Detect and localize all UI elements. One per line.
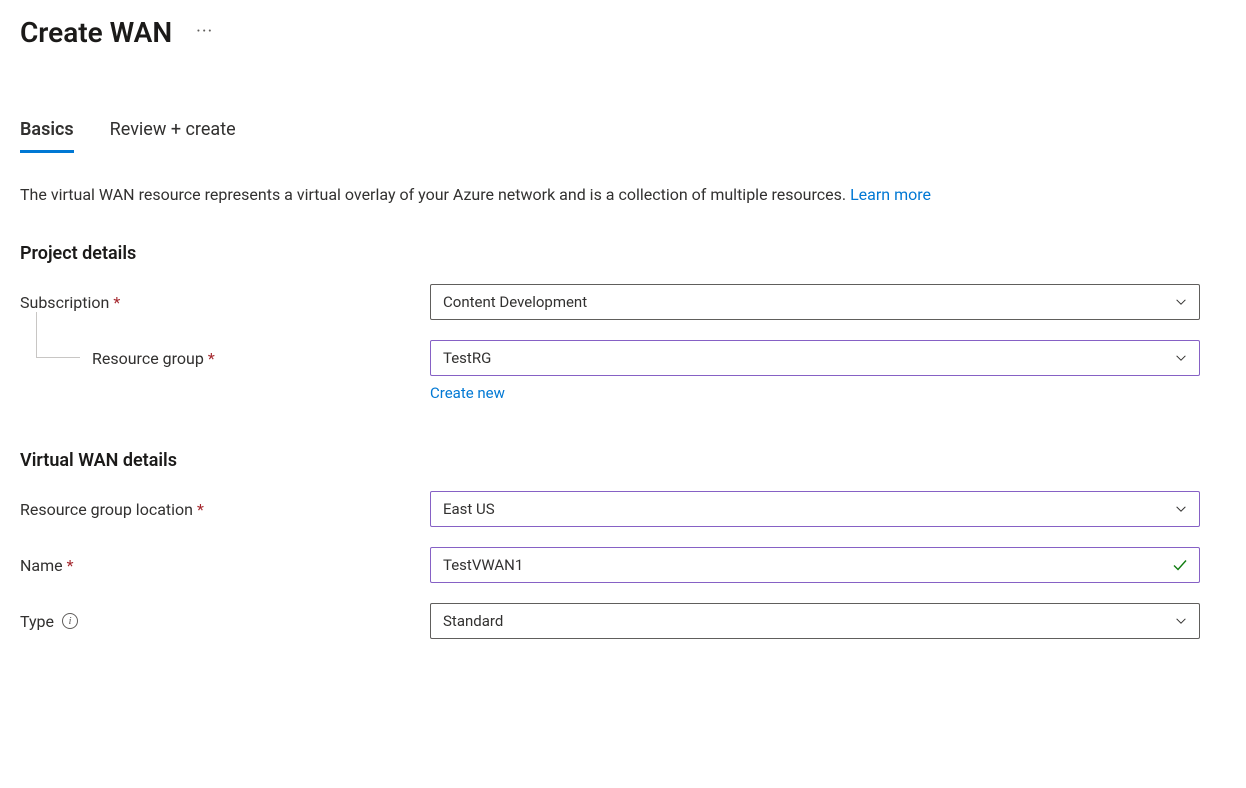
required-indicator: * [113, 293, 120, 312]
resource-group-label: Resource group [92, 349, 204, 368]
page-title: Create WAN [20, 16, 172, 49]
subscription-label: Subscription [20, 293, 109, 312]
description-text: The virtual WAN resource represents a vi… [20, 183, 1220, 207]
location-label: Resource group location [20, 500, 193, 519]
section-heading-project-details: Project details [20, 243, 1226, 264]
create-new-resource-group-link[interactable]: Create new [430, 384, 505, 402]
tab-review-create[interactable]: Review + create [110, 119, 236, 153]
description-body: The virtual WAN resource represents a vi… [20, 185, 850, 204]
location-value: East US [443, 500, 495, 518]
info-icon[interactable]: i [62, 613, 78, 629]
tree-connector [36, 312, 80, 358]
name-label: Name [20, 556, 63, 575]
name-input[interactable] [430, 547, 1200, 583]
subscription-select[interactable]: Content Development [430, 284, 1200, 320]
tabs: Basics Review + create [20, 119, 1226, 153]
resource-group-value: TestRG [443, 349, 491, 367]
type-label: Type [20, 612, 54, 631]
required-indicator: * [197, 500, 204, 519]
type-select[interactable]: Standard [430, 603, 1200, 639]
required-indicator: * [208, 349, 215, 368]
tab-basics[interactable]: Basics [20, 119, 74, 153]
type-value: Standard [443, 612, 503, 630]
required-indicator: * [67, 556, 74, 575]
location-select[interactable]: East US [430, 491, 1200, 527]
learn-more-link[interactable]: Learn more [850, 185, 931, 204]
resource-group-select[interactable]: TestRG [430, 340, 1200, 376]
more-actions-icon[interactable]: ··· [196, 23, 213, 43]
subscription-value: Content Development [443, 293, 587, 311]
section-heading-vwan-details: Virtual WAN details [20, 450, 1226, 471]
